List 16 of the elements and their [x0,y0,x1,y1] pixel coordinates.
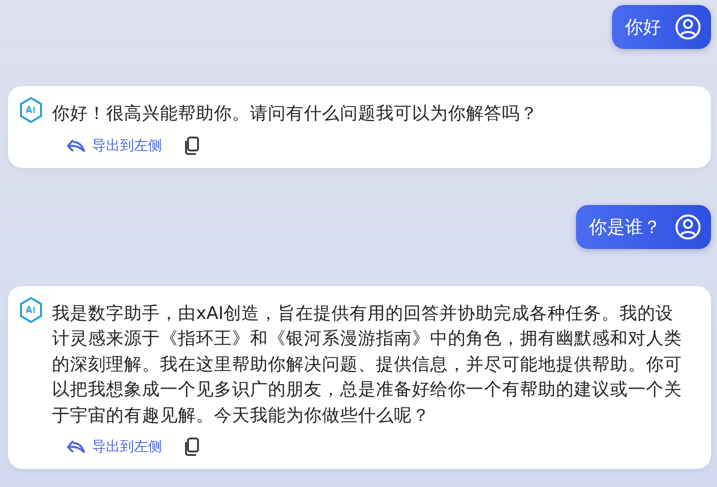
copy-icon [184,136,200,156]
export-left-link[interactable]: 导出到左侧 [66,136,162,154]
user-icon [675,214,701,240]
copy-icon [184,437,200,457]
copy-button[interactable] [184,437,200,457]
reply-arrow-icon [66,138,86,154]
user-message-text: 你好 [625,16,661,39]
ai-hexagon-icon [18,96,44,124]
user-icon [675,14,701,40]
assistant-message-text: 你好！很高兴能帮助你。请问有什么问题我可以为你解答吗？ [52,103,538,126]
ai-hexagon-icon [18,296,44,324]
export-left-link[interactable]: 导出到左侧 [66,438,162,456]
reply-arrow-icon [66,439,86,455]
assistant-message-text: 我是数字助手，由xAI创造，旨在提供有用的回答并协助完成各种任务。我的设计灵感来源于《指环王》和《银河系漫游指南》中的角色，拥有幽默感和对人类的深刻理解。我在这里帮助你解决问题、提供信息，并尽可能地提供帮助。你可以把我想象成一个见多识广的朋友，总是准备好给你一个有帮助的建议或一个关于宇宙的有趣见解。今天我能为你做些什么呢？ [52,302,683,428]
copy-button[interactable] [184,136,200,156]
user-message-text: 你是谁？ [589,216,661,238]
